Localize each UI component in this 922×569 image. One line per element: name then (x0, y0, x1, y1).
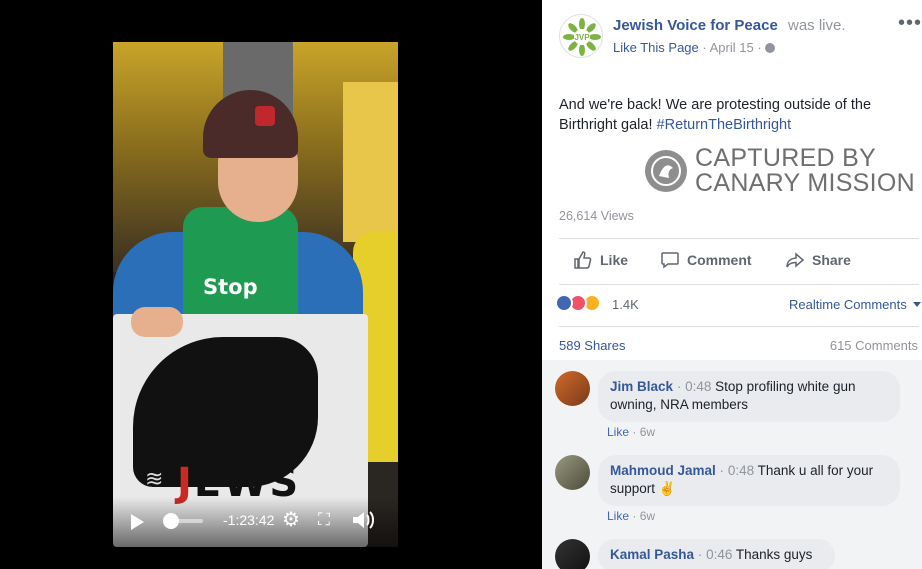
more-options-icon[interactable]: ••• (898, 12, 922, 35)
avatar[interactable] (555, 371, 590, 406)
avatar[interactable] (555, 539, 590, 569)
seek-handle[interactable] (163, 513, 179, 529)
divider (559, 326, 919, 327)
comment-bubble: Kamal Pasha · 0:46 Thanks guys (598, 539, 835, 569)
share-icon (786, 252, 805, 268)
fullscreen-icon[interactable]: ⛶ (318, 510, 330, 530)
share-button[interactable]: Share (785, 250, 851, 270)
comment-actions: Like · 6w (607, 425, 655, 439)
like-label: Like (600, 252, 629, 268)
comment-age[interactable]: 6w (640, 509, 655, 523)
comments-section: Jim Black · 0:48 Stop profiling white gu… (542, 360, 922, 569)
comment-sort-dropdown[interactable]: Realtime Comments (789, 297, 922, 312)
live-status: was live. (788, 17, 846, 34)
post-actions: Like Comment Share (559, 241, 919, 281)
commenter-name[interactable]: Mahmoud Jamal (610, 463, 716, 478)
share-label: Share (812, 252, 851, 268)
shirt-text: Stop (203, 275, 258, 299)
meta-separator: · (757, 40, 762, 55)
comment-label: Comment (687, 252, 752, 268)
comment-like-link[interactable]: Like (607, 509, 629, 523)
post-meta: Like This Page · April 15 · (613, 40, 776, 55)
comment-bubble: Jim Black · 0:48 Stop profiling white gu… (598, 371, 900, 422)
reaction-count: 1.4K (612, 297, 639, 312)
commenter-name[interactable]: Kamal Pasha (610, 547, 694, 562)
layers-icon: ≋ (145, 466, 164, 491)
post-body: And we're back! We are protesting outsid… (559, 95, 909, 135)
meta-separator: · (702, 40, 707, 55)
comments-count[interactable]: 615 Comments (830, 338, 918, 353)
video-player[interactable]: Stop JEWS ≋ -1:23:42 ⚙ ⛶ (113, 42, 398, 547)
like-page-link[interactable]: Like This Page (613, 40, 699, 55)
comment-dot: · (632, 425, 637, 439)
comment-dot: · (719, 463, 725, 478)
hat-logo (255, 106, 275, 126)
hand (131, 307, 183, 337)
comment-timestamp[interactable]: 0:48 (685, 379, 711, 394)
video-wall-light (343, 82, 398, 242)
green-hoodie (183, 207, 298, 327)
divider (559, 284, 919, 285)
volume-icon[interactable] (351, 509, 375, 536)
hashtag-link[interactable]: #ReturnTheBirthright (657, 117, 792, 133)
gear-icon[interactable]: ⚙ (282, 510, 300, 530)
comment-timestamp[interactable]: 0:48 (728, 463, 754, 478)
comment-button[interactable]: Comment (660, 250, 752, 270)
comment-timestamp[interactable]: 0:46 (706, 547, 732, 562)
logo-text: JVP (574, 33, 590, 42)
canary-mission-logo-icon (645, 150, 687, 192)
caret-down-icon (913, 302, 922, 307)
comment-bubble: Mahmoud Jamal · 0:48 Thank u all for you… (598, 455, 900, 506)
watermark-line-2: CANARY MISSION (695, 169, 915, 197)
comment-dot: · (697, 547, 703, 562)
play-button[interactable] (131, 514, 144, 530)
video-controls: -1:23:42 ⚙ ⛶ (113, 497, 398, 547)
comment-age[interactable]: 6w (640, 425, 655, 439)
comment-like-link[interactable]: Like (607, 425, 629, 439)
comment-dot: · (676, 379, 682, 394)
like-button[interactable]: Like (573, 250, 628, 270)
view-count: 26,614 Views (559, 209, 634, 223)
globe-icon (765, 43, 776, 53)
shares-count[interactable]: 589 Shares (559, 338, 626, 353)
post-panel: JVP Jewish Voice for Peace was live. •••… (542, 0, 922, 569)
page-name-link[interactable]: Jewish Voice for Peace (613, 17, 778, 34)
video-stage: Stop JEWS ≋ -1:23:42 ⚙ ⛶ (0, 0, 542, 569)
post-date[interactable]: April 15 (710, 40, 754, 55)
like-reaction-icon (555, 294, 573, 312)
jvp-logo-icon: JVP (563, 18, 601, 56)
comment-actions: Like · 6w (607, 509, 655, 523)
avatar[interactable] (555, 455, 590, 490)
commenter-name[interactable]: Jim Black (610, 379, 673, 394)
comment-icon (661, 252, 679, 269)
victory-hand-icon: ✌ (658, 481, 676, 496)
thumbs-up-icon (574, 251, 592, 269)
divider (559, 238, 919, 239)
watermark: CAPTURED BY CANARY MISSION (645, 144, 915, 200)
comment-text: Thanks guys (735, 547, 813, 562)
page-avatar[interactable]: JVP (559, 14, 603, 58)
comment-dot: · (632, 509, 637, 523)
comment-sort-label: Realtime Comments (789, 297, 907, 312)
time-remaining: -1:23:42 (223, 512, 275, 528)
